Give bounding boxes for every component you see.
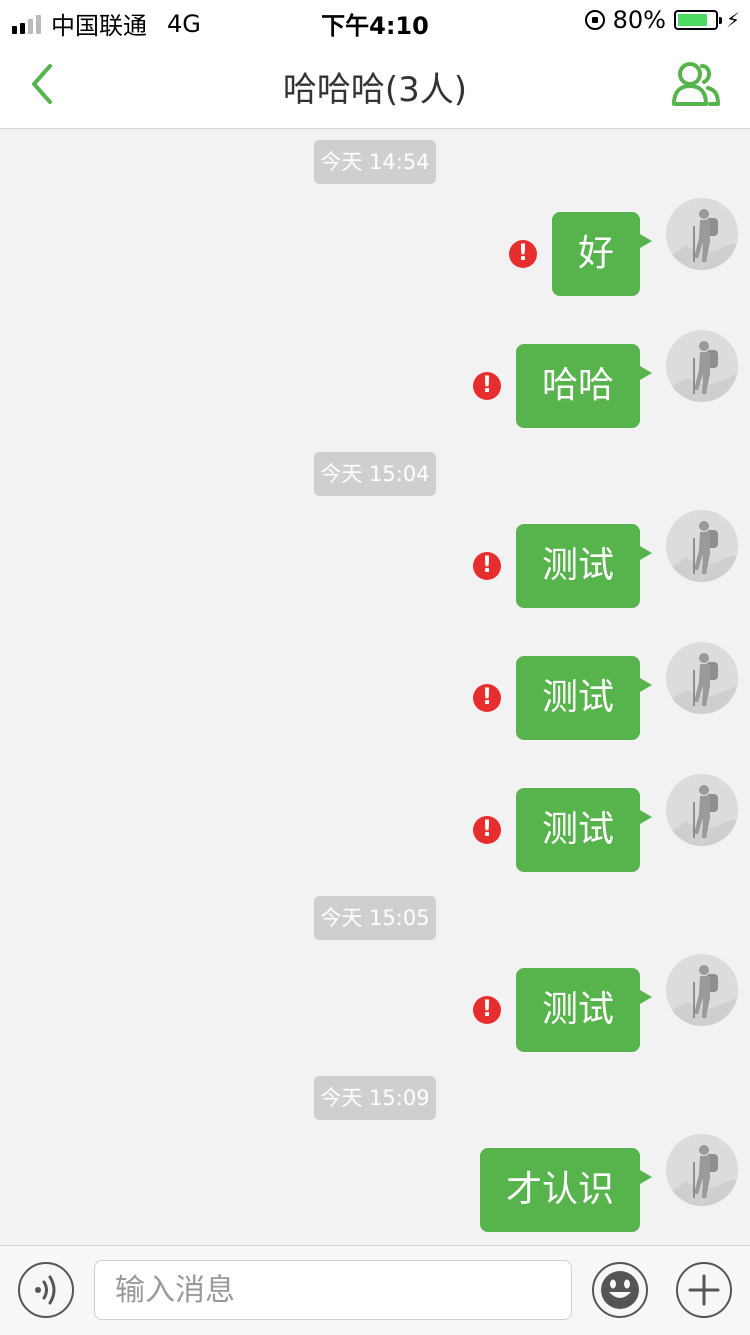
voice-button[interactable]	[18, 1262, 74, 1318]
chat-area[interactable]: 今天 14:54 ! 好 ! 哈哈 今天 15:04 ! 测试 ! 测试 ! 测…	[0, 129, 750, 1245]
status-bar: 中国联通 4G 下午4:10 80% ⚡	[0, 0, 750, 40]
hiker-avatar-icon	[666, 510, 738, 582]
hiker-avatar-icon	[666, 642, 738, 714]
hiker-avatar-icon	[666, 198, 738, 270]
plus-icon	[688, 1274, 720, 1306]
message-bubble[interactable]: 测试	[515, 788, 653, 872]
emoji-button[interactable]	[592, 1262, 648, 1318]
hiker-avatar-icon	[666, 954, 738, 1026]
battery-icon	[673, 10, 722, 30]
send-failed-icon[interactable]: !	[473, 816, 501, 844]
send-failed-icon[interactable]: !	[473, 552, 501, 580]
avatar[interactable]	[666, 198, 738, 270]
message-bubble[interactable]: 好	[551, 212, 653, 296]
emoji-icon	[601, 1271, 639, 1309]
hiker-avatar-icon	[666, 774, 738, 846]
avatar[interactable]	[666, 954, 738, 1026]
timestamp: 今天 15:09	[314, 1076, 436, 1120]
nav-bar: 哈哈哈(3人)	[0, 40, 750, 129]
send-failed-icon[interactable]: !	[473, 996, 501, 1024]
battery-percent: 80%	[612, 6, 666, 34]
avatar[interactable]	[666, 510, 738, 582]
hiker-avatar-icon	[666, 1134, 738, 1206]
send-failed-icon[interactable]: !	[473, 372, 501, 400]
battery-fill	[677, 14, 707, 26]
send-failed-icon[interactable]: !	[509, 240, 537, 268]
group-members-button[interactable]	[670, 58, 722, 110]
charging-icon: ⚡	[725, 8, 740, 32]
message-input[interactable]	[94, 1260, 572, 1320]
rotation-lock-icon	[584, 10, 605, 30]
message-bubble[interactable]: 测试	[515, 968, 653, 1052]
avatar[interactable]	[666, 774, 738, 846]
message-bubble[interactable]: 测试	[515, 656, 653, 740]
avatar[interactable]	[666, 330, 738, 402]
timestamp: 今天 15:05	[314, 896, 436, 940]
send-failed-icon[interactable]: !	[473, 684, 501, 712]
page-title: 哈哈哈(3人)	[282, 70, 468, 110]
group-members-icon	[672, 62, 720, 106]
timestamp: 今天 15:04	[314, 452, 436, 496]
more-options-button[interactable]	[676, 1262, 732, 1318]
status-right: 80% ⚡	[584, 6, 740, 34]
input-bar	[0, 1245, 750, 1335]
hiker-avatar-icon	[666, 330, 738, 402]
avatar[interactable]	[666, 1134, 738, 1206]
avatar[interactable]	[666, 642, 738, 714]
timestamp: 今天 14:54	[314, 140, 436, 184]
voice-icon	[35, 1275, 56, 1305]
message-bubble[interactable]: 才认识	[479, 1148, 653, 1232]
message-bubble[interactable]: 哈哈	[515, 344, 653, 428]
message-bubble[interactable]: 测试	[515, 524, 653, 608]
